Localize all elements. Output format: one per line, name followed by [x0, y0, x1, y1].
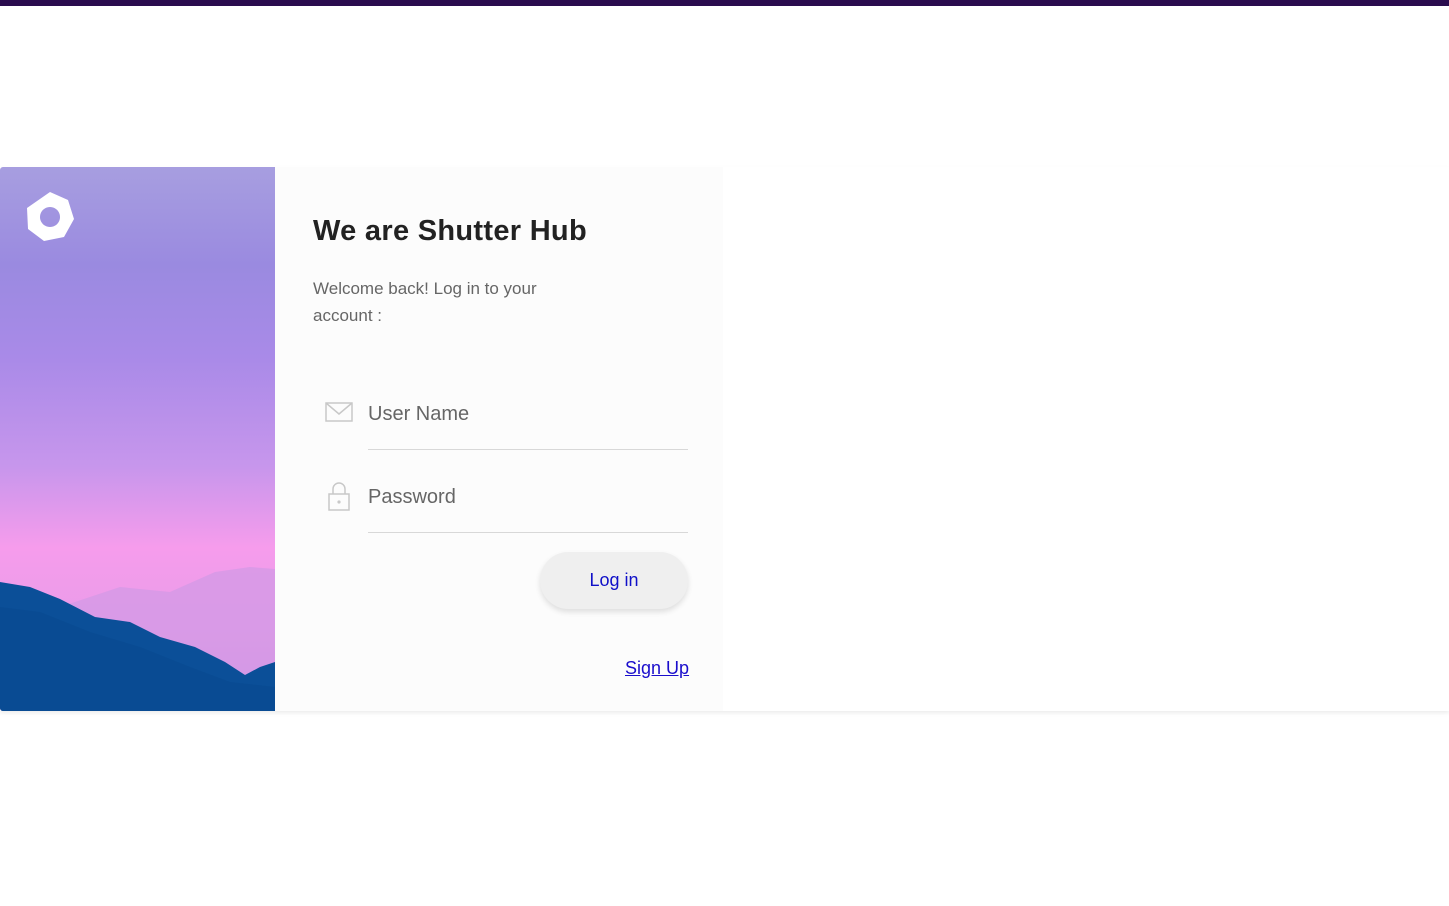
envelope-icon [325, 402, 353, 422]
page-title: We are Shutter Hub [313, 215, 587, 247]
password-input[interactable] [368, 463, 688, 533]
heptagon-ring-logo-icon [27, 192, 74, 241]
username-field [313, 380, 688, 450]
lock-icon [328, 482, 350, 511]
username-input[interactable] [368, 380, 688, 450]
login-button[interactable]: Log in [540, 552, 688, 609]
signup-link[interactable]: Sign Up [625, 658, 689, 679]
hero-image [0, 167, 275, 711]
login-form-panel: We are Shutter Hub Welcome back! Log in … [275, 167, 723, 711]
password-field [313, 463, 688, 533]
welcome-subtitle: Welcome back! Log in to your account : [313, 279, 537, 325]
login-card: We are Shutter Hub Welcome back! Log in … [0, 167, 1449, 711]
top-accent-bar [0, 0, 1449, 6]
